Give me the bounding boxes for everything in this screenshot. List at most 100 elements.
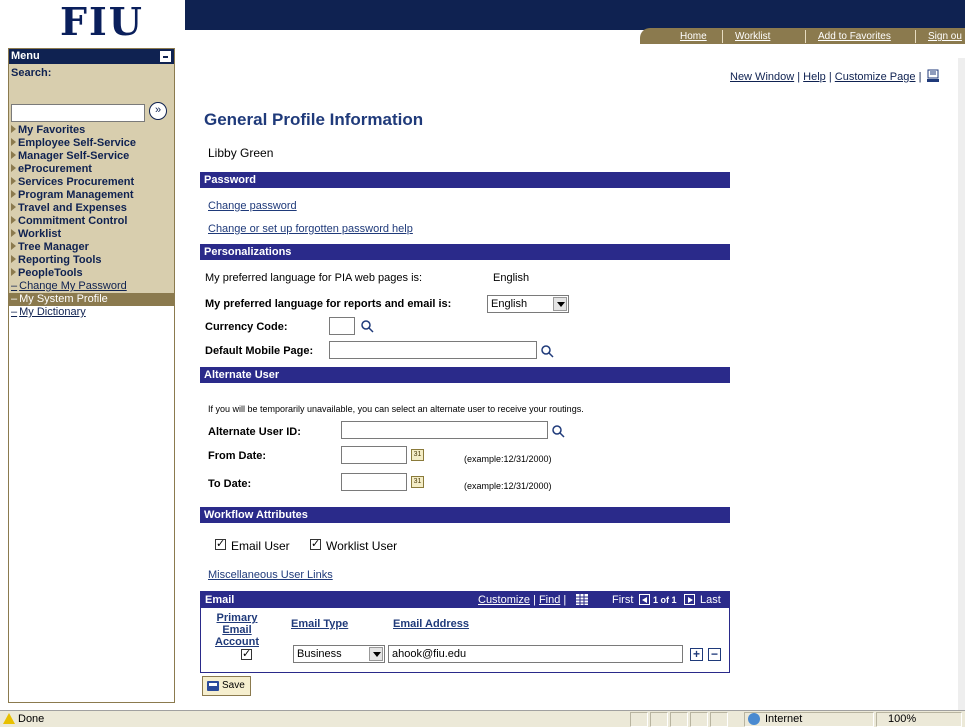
email-grid: Email Customize | Find | First 1 of 1 La… [200,591,730,673]
status-panel [670,712,688,727]
menu-folder-commitment-control[interactable]: Commitment Control [9,215,174,228]
menu-folder-program-management[interactable]: Program Management [9,189,174,202]
from-date-input[interactable] [341,446,407,464]
menu-search-area: Search: » [9,64,174,124]
currency-lookup-icon[interactable] [360,319,374,333]
menu-folder-reporting-tools[interactable]: Reporting Tools [9,254,174,267]
zone-text: Internet [765,713,803,725]
to-date-input[interactable] [341,473,407,491]
grid-view-all-icon[interactable] [576,594,588,605]
col-email-type[interactable]: Email Type [291,618,348,630]
email-address-input[interactable]: ahook@fiu.edu [388,645,683,663]
personalizations-section-header: Personalizations [200,244,730,260]
to-date-calendar-icon[interactable]: 31 [411,476,424,488]
minimize-icon[interactable] [160,51,171,62]
pia-language-label: My preferred language for PIA web pages … [205,272,423,284]
help-link[interactable]: Help [803,71,826,83]
vertical-scrollbar[interactable] [958,58,965,710]
expand-triangle-icon [11,125,16,133]
menu-folder-peopletools[interactable]: PeopleTools [9,267,174,280]
nav-separator [722,30,723,43]
mobile-page-input[interactable] [329,341,537,359]
new-window-link[interactable]: New Window [730,71,794,83]
http-link-icon[interactable] [926,69,940,83]
page-utility-links: New Window | Help | Customize Page | [730,69,940,83]
grid-prev-icon[interactable] [639,594,650,605]
menu-folder-travel-expenses[interactable]: Travel and Expenses [9,202,174,215]
email-type-select[interactable]: Business [293,645,385,663]
alternate-user-lookup-icon[interactable] [551,424,565,438]
expand-triangle-icon [11,229,16,237]
worklist-user-checkbox[interactable] [310,537,321,550]
menu-folder-worklist[interactable]: Worklist [9,228,174,241]
primary-email-checkbox[interactable] [241,647,252,660]
menu-folder-tree-manager[interactable]: Tree Manager [9,241,174,254]
email-user-checkbox[interactable] [215,537,226,550]
to-date-label: To Date: [208,478,252,490]
from-date-label: From Date: [208,450,267,462]
alternate-user-id-input[interactable] [341,421,548,439]
status-panel [650,712,668,727]
mobile-page-label: Default Mobile Page: [205,345,314,357]
menu-folder-eprocurement[interactable]: eProcurement [9,163,174,176]
email-grid-title: Email [205,594,235,606]
menu-folder-my-favorites[interactable]: My Favorites [9,124,174,137]
dropdown-arrow-icon [369,647,383,661]
status-panel [630,712,648,727]
nav-separator [915,30,916,43]
menu-folder-services-procurement[interactable]: Services Procurement [9,176,174,189]
menu-link-my-dictionary[interactable]: – My Dictionary [9,306,174,319]
grid-next-icon[interactable] [684,594,695,605]
forgot-password-help-link[interactable]: Change or set up forgotten password help [208,223,413,235]
status-panel [710,712,728,727]
customize-page-link[interactable]: Customize Page [835,71,916,83]
currency-code-input[interactable] [329,317,355,335]
page-title: General Profile Information [204,110,424,129]
expand-triangle-icon [11,203,16,211]
warning-icon [3,713,15,724]
menu-list: My Favorites Employee Self-Service Manag… [9,124,174,319]
delete-row-icon[interactable]: − [708,648,721,661]
nav-sign-out-link[interactable]: Sign ou [928,31,962,42]
grid-first-label: First [612,594,634,606]
save-icon [207,681,219,691]
expand-triangle-icon [11,216,16,224]
add-row-icon[interactable]: + [690,648,703,661]
nav-separator [805,30,806,43]
from-date-example: (example:12/31/2000) [464,454,552,464]
zone-panel [744,712,874,727]
nav-add-favorites-link[interactable]: Add to Favorites [818,31,891,42]
expand-triangle-icon [11,190,16,198]
zoom-level[interactable]: 100% [888,713,916,725]
alternate-user-id-label: Alternate User ID: [208,426,301,438]
search-go-button[interactable]: » [149,102,167,120]
alternate-user-section-header: Alternate User [200,367,730,383]
dropdown-arrow-icon [553,297,567,311]
expand-triangle-icon [11,255,16,263]
col-primary-email[interactable]: Primary Email Account [207,612,267,648]
header-bar: FIU Home Worklist Add to Favorites Sign … [0,0,965,44]
email-grid-header: Email Customize | Find | First 1 of 1 La… [201,592,729,608]
col-email-address[interactable]: Email Address [393,618,469,630]
change-password-link[interactable]: Change password [208,200,297,212]
grid-customize-link[interactable]: Customize [478,594,530,606]
nav-worklist-link[interactable]: Worklist [735,31,770,42]
menu-link-my-system-profile[interactable]: – My System Profile [9,293,174,306]
search-input[interactable] [11,104,145,122]
nav-home-link[interactable]: Home [680,31,707,42]
menu-header: Menu [9,49,174,64]
expand-triangle-icon [11,177,16,185]
menu-link-change-password[interactable]: – Change My Password [9,280,174,293]
report-language-select[interactable]: English [487,295,569,313]
internet-globe-icon [748,713,760,725]
save-button[interactable]: Save [202,676,251,696]
from-date-calendar-icon[interactable]: 31 [411,449,424,461]
mobile-page-lookup-icon[interactable] [540,344,554,358]
menu-folder-employee-self-service[interactable]: Employee Self-Service [9,137,174,150]
misc-user-links-link[interactable]: Miscellaneous User Links [208,569,333,581]
browser-status-bar: Done Internet 100% [0,710,965,727]
grid-find-link[interactable]: Find [539,594,560,606]
nav-band [185,0,965,30]
menu-folder-manager-self-service[interactable]: Manager Self-Service [9,150,174,163]
email-user-label: Email User [231,539,290,553]
